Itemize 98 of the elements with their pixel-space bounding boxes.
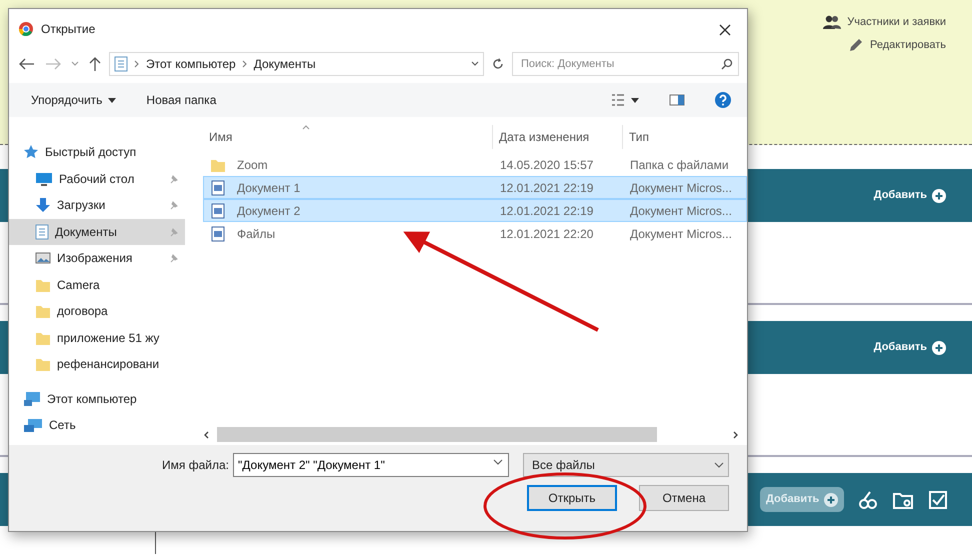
caret-icon (631, 98, 639, 102)
file-type: Документ Micros... (629, 226, 733, 242)
list-view-icon (611, 94, 625, 106)
nav-item[interactable]: Сеть (9, 412, 185, 438)
plus-circle-icon (824, 492, 838, 506)
chevron-left-icon (203, 431, 209, 440)
caret-icon (108, 98, 116, 102)
computer-icon (23, 390, 41, 407)
file-name-field[interactable]: "Документ 2" "Документ 1" (233, 453, 509, 477)
nav-item[interactable]: Изображения (9, 245, 185, 272)
nav-item[interactable]: договора (9, 298, 185, 324)
organize-menu[interactable]: Упорядочить (31, 91, 116, 109)
document-icon (210, 180, 226, 196)
help-button[interactable] (715, 92, 731, 108)
chevron-right-icon (242, 60, 248, 68)
file-name: Документ 1 (236, 180, 300, 196)
pin-icon (169, 174, 179, 184)
nav-item[interactable]: Загрузки (9, 192, 185, 218)
chevron-right-icon (733, 431, 739, 440)
file-name-label: Имя файла: (162, 457, 229, 474)
pencil-icon (848, 36, 864, 53)
file-name: Файлы (236, 226, 276, 242)
file-date: 12.01.2021 22:19 (499, 202, 594, 220)
nav-item[interactable]: приложение 51 жу (9, 324, 185, 351)
file-name: Документ 2 (236, 202, 300, 220)
chevron-icon (471, 61, 479, 67)
column-header[interactable]: Тип (623, 125, 747, 149)
document-icon (210, 226, 226, 242)
link-icon (858, 490, 878, 510)
file-type: Документ Micros... (629, 180, 733, 196)
refresh-icon (492, 58, 504, 70)
column-header[interactable]: Имя (203, 125, 493, 149)
folder-icon (35, 356, 51, 372)
monitor-icon (35, 172, 53, 186)
nav-item[interactable]: рефенансировани (9, 351, 185, 378)
nav-item[interactable]: Camera (9, 272, 185, 298)
folder-icon (35, 303, 51, 320)
plus-circle-icon (932, 340, 946, 354)
star-icon (23, 144, 39, 160)
page-link[interactable]: Участники и заявки (847, 14, 946, 30)
sort-caret-icon (302, 124, 310, 130)
back-arrow-icon (19, 58, 35, 70)
pin-icon (169, 200, 179, 210)
search-icon (721, 58, 733, 70)
file-type: Документ Micros... (629, 202, 733, 220)
file-date: 12.01.2021 22:20 (499, 226, 594, 242)
browser-logo-icon (19, 22, 33, 36)
window-title: Открытие (41, 21, 96, 38)
document-icon (114, 56, 128, 72)
view-options-button[interactable] (611, 94, 639, 106)
column-header[interactable]: Дата изменения (493, 125, 623, 149)
document-icon (210, 202, 226, 218)
nav-item[interactable]: Рабочий стол (9, 166, 185, 192)
forward-arrow-icon (45, 58, 61, 70)
download-arrow-icon (35, 197, 51, 214)
chevron-icon (71, 61, 79, 67)
nav-item[interactable]: Документы (9, 218, 185, 245)
file-type: Папка с файлами (629, 156, 730, 174)
dialog-button[interactable]: Отмена (639, 485, 729, 511)
file-row[interactable]: Документ 2 12.01.2021 22:19 Документ Micros... (203, 199, 747, 222)
checkbox-icon (928, 490, 948, 510)
chevron-icon (493, 459, 503, 465)
file-name: Zoom (236, 156, 268, 174)
file-row[interactable]: Файлы 12.01.2021 22:20 Документ Micros... (203, 222, 747, 245)
file-date: 14.05.2020 15:57 (499, 156, 594, 174)
image-icon (35, 251, 51, 266)
file-date: 12.01.2021 22:19 (499, 180, 594, 196)
pane-icon (669, 94, 685, 106)
document-icon (35, 224, 49, 240)
people-icon (823, 15, 842, 30)
breadcrumb[interactable]: Документы (254, 55, 316, 73)
add-button[interactable]: Добавить (868, 183, 952, 208)
help-icon (715, 92, 731, 108)
breadcrumb[interactable]: Этот компьютер (146, 55, 236, 73)
back-button[interactable] (17, 58, 37, 70)
network-icon (23, 417, 43, 434)
nav-item[interactable]: Быстрый доступ (9, 139, 185, 166)
page-link[interactable]: Редактировать (870, 36, 946, 53)
nav-item[interactable]: Этот компьютер (9, 386, 185, 412)
file-row[interactable]: Документ 1 12.01.2021 22:19 Документ Micros... (203, 176, 747, 199)
chevron-icon (714, 462, 724, 468)
pin-icon (169, 253, 179, 264)
close-icon (719, 24, 731, 36)
history-dropdown[interactable] (69, 61, 81, 67)
address-bar[interactable]: Этот компьютер Документы (109, 52, 484, 76)
preview-pane-button[interactable] (669, 94, 685, 106)
new-folder-button[interactable]: Новая папка (146, 91, 216, 109)
scrollbar-thumb[interactable] (217, 427, 657, 442)
up-button[interactable] (87, 57, 103, 71)
chevron-right-icon (134, 60, 140, 68)
pin-icon (169, 226, 179, 237)
file-row[interactable]: Zoom 14.05.2020 15:57 Папка с файлами (203, 153, 747, 176)
search-field[interactable]: Поиск: Документы (512, 52, 739, 76)
dialog-button[interactable]: Открыть (527, 485, 617, 511)
add-button[interactable]: Добавить (868, 335, 952, 360)
file-type-select[interactable]: Все файлы (523, 453, 729, 477)
up-arrow-icon (89, 57, 101, 71)
plus-circle-icon (932, 188, 946, 202)
